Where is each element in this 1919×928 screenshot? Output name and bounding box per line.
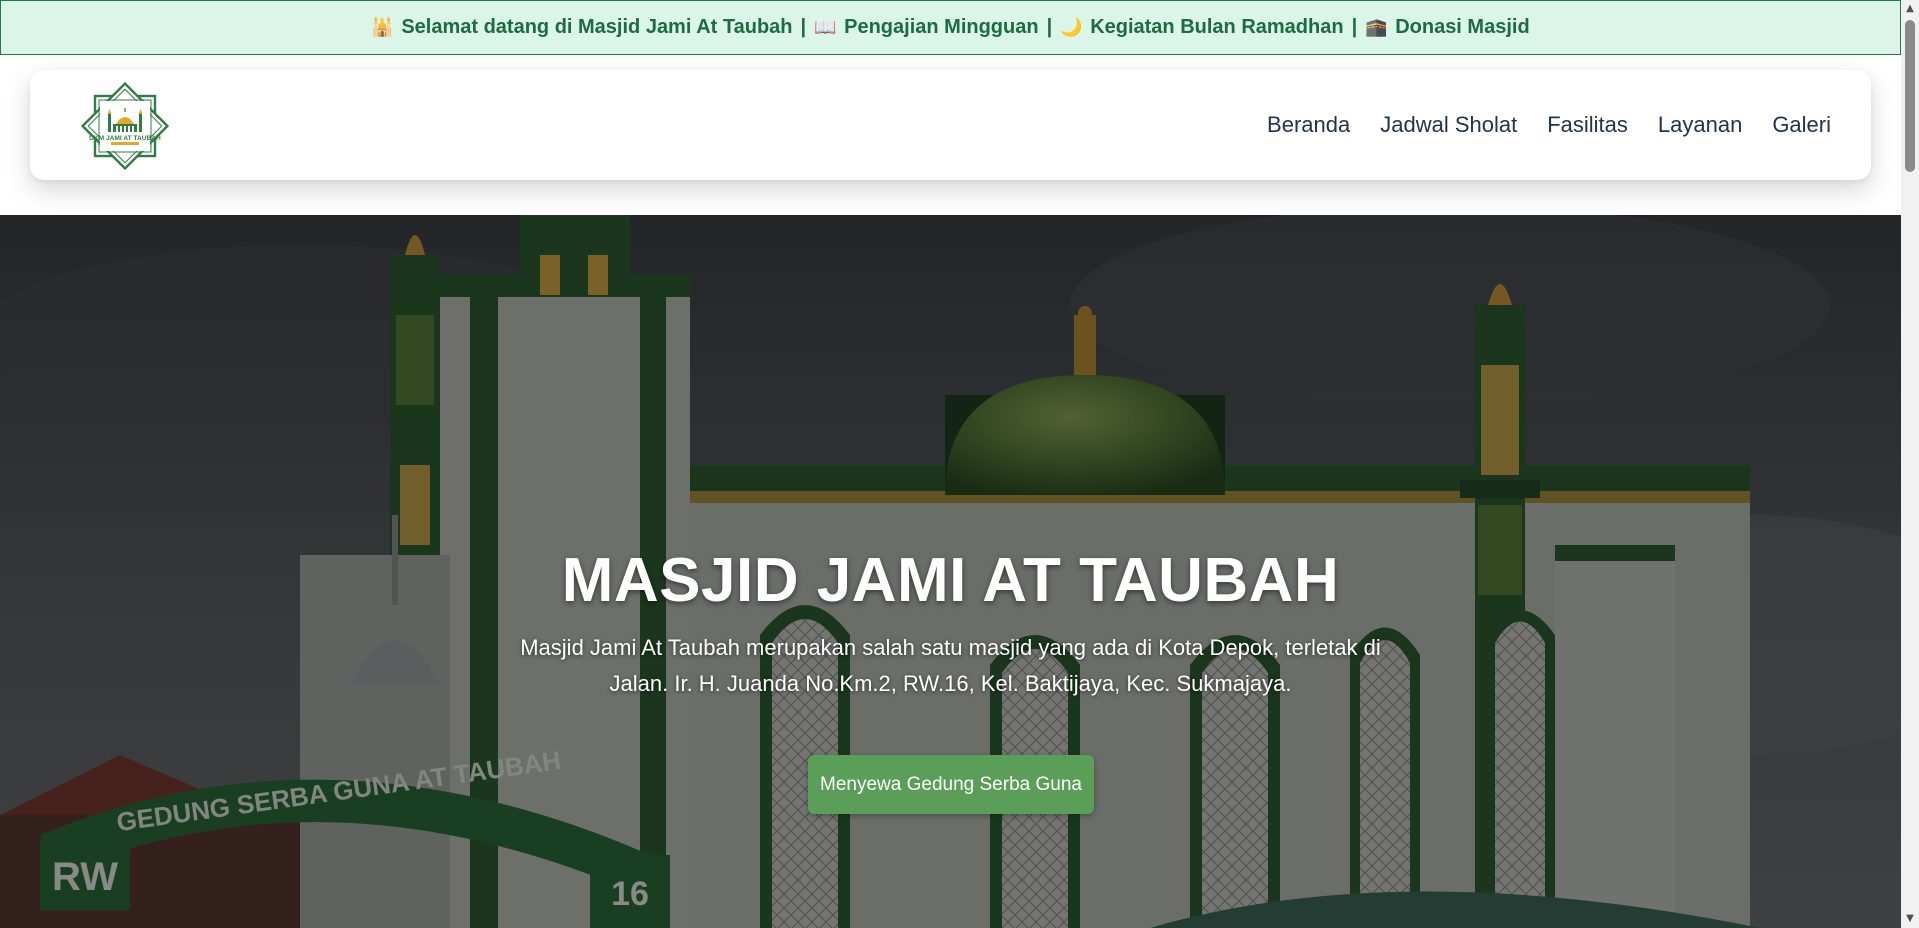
announcement-text: Selamat datang di Masjid Jami At Taubah <box>401 16 793 38</box>
crescent-moon-icon: 🌙 <box>1060 17 1083 38</box>
announcement-item-donasi: 🕋 Donasi Masjid <box>1365 16 1529 39</box>
hero-section: GEDUNG SERBA GUNA AT TAUBAH RW 16 MASJID… <box>0 215 1901 928</box>
main-nav: Beranda Jadwal Sholat Fasilitas Layanan … <box>1267 70 1831 180</box>
svg-text:DKM JAMI AT TAUBAH: DKM JAMI AT TAUBAH <box>89 135 161 142</box>
scroll-down-arrow-icon[interactable]: ▼ <box>1901 910 1919 928</box>
separator: | <box>800 16 807 38</box>
nav-link-jadwal-sholat[interactable]: Jadwal Sholat <box>1380 112 1517 138</box>
nav-link-beranda[interactable]: Beranda <box>1267 112 1350 138</box>
page-scrollbar[interactable]: ▲ ▼ <box>1901 0 1919 928</box>
rent-hall-button[interactable]: Menyewa Gedung Serba Guna <box>808 755 1094 814</box>
kaaba-icon: 🕋 <box>1365 17 1388 38</box>
nav-link-fasilitas[interactable]: Fasilitas <box>1547 112 1628 138</box>
announcement-item-welcome: 🕌 Selamat datang di Masjid Jami At Tauba… <box>371 16 792 39</box>
announcement-text: Pengajian Mingguan <box>844 16 1039 38</box>
nav-link-galeri[interactable]: Galeri <box>1772 112 1831 138</box>
mosque-logo-icon: DKM JAMI AT TAUBAH <box>80 81 170 171</box>
announcement-text: Kegiatan Bulan Ramadhan <box>1090 16 1344 38</box>
site-logo[interactable]: DKM JAMI AT TAUBAH <box>79 80 171 172</box>
announcement-text: Donasi Masjid <box>1395 16 1530 38</box>
mosque-icon: 🕌 <box>371 17 394 38</box>
nav-link-layanan[interactable]: Layanan <box>1658 112 1742 138</box>
site-header: DKM JAMI AT TAUBAH Beranda Jadwal Sholat… <box>30 70 1871 180</box>
announcement-item-pengajian: 📖 Pengajian Mingguan <box>814 16 1038 39</box>
announcement-bar: 🕌 Selamat datang di Masjid Jami At Tauba… <box>0 0 1901 55</box>
hero-title: MASJID JAMI AT TAUBAH <box>561 546 1340 615</box>
separator: | <box>1351 16 1358 38</box>
separator: | <box>1046 16 1053 38</box>
announcement-item-ramadhan: 🌙 Kegiatan Bulan Ramadhan <box>1060 16 1343 39</box>
hero-description: Masjid Jami At Taubah merupakan salah sa… <box>520 635 1381 696</box>
scroll-thumb[interactable] <box>1905 20 1915 172</box>
open-book-icon: 📖 <box>814 17 837 38</box>
scroll-up-arrow-icon[interactable]: ▲ <box>1901 0 1919 18</box>
